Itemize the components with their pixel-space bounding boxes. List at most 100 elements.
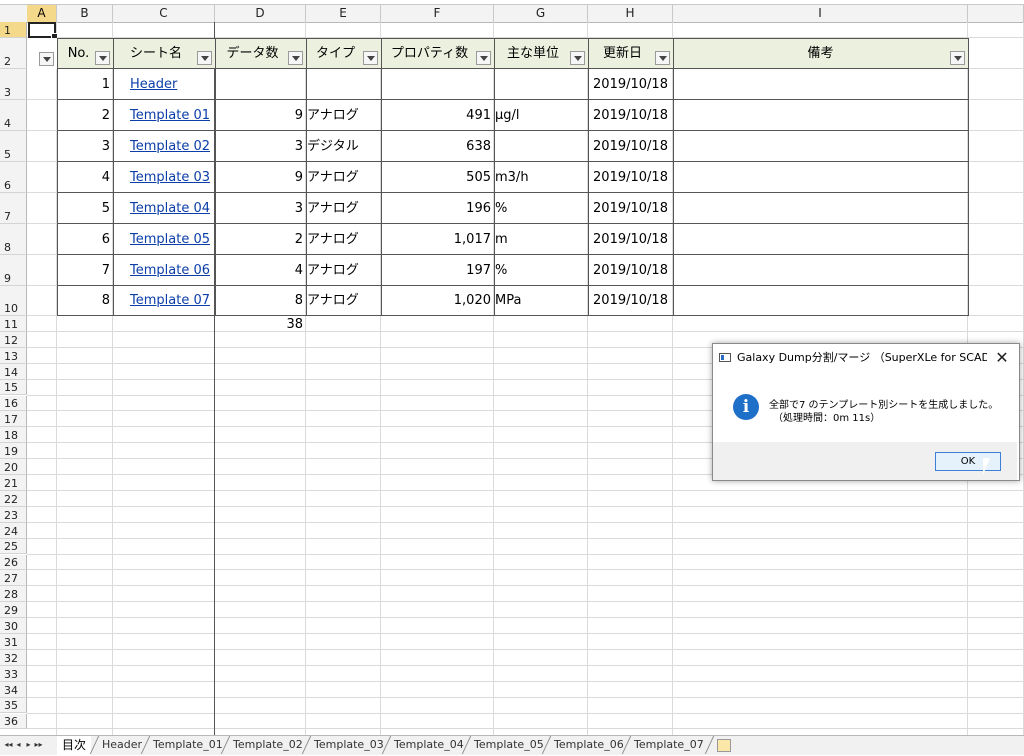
table-header-label: タイプ <box>315 46 355 61</box>
row-header-23[interactable]: 23 <box>0 506 27 523</box>
cell-type: アナログ <box>307 201 359 216</box>
sheet-link[interactable]: Template 04 <box>113 193 215 224</box>
row-header-19[interactable]: 19 <box>0 443 27 460</box>
sheet-link[interactable]: Template 03 <box>113 162 215 193</box>
row-header-11[interactable]: 11 <box>0 316 27 332</box>
row-header-20[interactable]: 20 <box>0 459 27 475</box>
filter-dropdown-icon[interactable] <box>95 51 110 65</box>
sheet-nav-next-icon[interactable]: ▸ <box>24 739 33 751</box>
row-header-25[interactable]: 25 <box>0 538 27 555</box>
cell-type: アナログ <box>307 108 359 123</box>
row-header-14[interactable]: 14 <box>0 363 27 380</box>
column-header-h[interactable]: H <box>588 5 673 22</box>
row-header-24[interactable]: 24 <box>0 522 27 539</box>
row-header-29[interactable]: 29 <box>0 602 27 619</box>
row-header-36[interactable]: 36 <box>0 713 27 730</box>
sheet-link[interactable]: Template 02 <box>113 131 215 162</box>
table-header-cell: 主な単位 <box>494 38 589 69</box>
row-header-1[interactable]: 1 <box>0 22 27 38</box>
filter-dropdown-icon[interactable] <box>570 51 585 65</box>
sheet-tab[interactable]: Template_02 <box>228 736 308 754</box>
row-header-27[interactable]: 27 <box>0 570 27 587</box>
sheet-tab[interactable]: Header <box>97 736 147 754</box>
cell-no: 6 <box>101 232 110 247</box>
row-header-12[interactable]: 12 <box>0 331 27 348</box>
column-header-e[interactable]: E <box>306 5 381 22</box>
column-header-f[interactable]: F <box>381 5 494 22</box>
row-header-31[interactable]: 31 <box>0 634 27 650</box>
cell-no: 3 <box>101 139 110 154</box>
column-header-a[interactable]: A <box>27 5 57 22</box>
filter-dropdown-icon[interactable] <box>197 51 212 65</box>
cell-unit: MPa <box>495 293 522 308</box>
row-header-22[interactable]: 22 <box>0 490 27 507</box>
sheet-tab[interactable]: Template_03 <box>309 736 389 754</box>
sheet-link[interactable]: Template 06 <box>113 255 215 286</box>
row-header-9[interactable]: 9 <box>0 255 27 286</box>
row-header-35[interactable]: 35 <box>0 697 27 714</box>
row-header-33[interactable]: 33 <box>0 665 27 682</box>
row-header-26[interactable]: 26 <box>0 554 27 571</box>
row-header-5[interactable]: 5 <box>0 131 27 162</box>
grid-row-line <box>27 601 1024 603</box>
row-header-7[interactable]: 7 <box>0 193 27 224</box>
sheet-tab[interactable]: Template_07 <box>629 736 709 754</box>
sheet-link[interactable]: Template 07 <box>113 286 215 316</box>
filter-dropdown-icon[interactable] <box>476 51 491 65</box>
table-header-cell: データ数 <box>215 38 307 69</box>
filter-dropdown-icon[interactable] <box>39 52 54 66</box>
column-header-b[interactable]: B <box>57 5 113 22</box>
grid-row-line <box>27 537 1024 539</box>
sheet-link[interactable]: Template 01 <box>113 100 215 131</box>
sheet-tab[interactable]: Template_01 <box>148 736 228 754</box>
cell-date: 2019/10/18 <box>593 170 668 185</box>
sheet-tab[interactable]: Template_04 <box>389 736 469 754</box>
column-header-i[interactable]: I <box>673 5 968 22</box>
sheet-nav-prev-icon[interactable]: ◂ <box>14 739 23 751</box>
column-header-g[interactable]: G <box>494 5 588 22</box>
row-header-30[interactable]: 30 <box>0 618 27 634</box>
row-header-18[interactable]: 18 <box>0 427 27 444</box>
row-header-17[interactable]: 17 <box>0 411 27 428</box>
sheet-link[interactable]: Header <box>113 69 215 100</box>
row-number: 4 <box>4 117 11 130</box>
row-header-13[interactable]: 13 <box>0 347 27 364</box>
row-header-16[interactable]: 16 <box>0 395 27 412</box>
column-header-d[interactable]: D <box>215 5 306 22</box>
row-header-8[interactable]: 8 <box>0 224 27 255</box>
dialog-close-button[interactable]: ✕ <box>993 344 1011 372</box>
row-header-34[interactable]: 34 <box>0 681 27 698</box>
row-number: 26 <box>4 556 18 570</box>
row-header-28[interactable]: 28 <box>0 586 27 603</box>
column-header-c[interactable]: C <box>113 5 215 22</box>
sheet-nav-first-icon[interactable]: ◂◂ <box>4 739 13 751</box>
active-cell-a1[interactable] <box>28 22 58 40</box>
row-header-10[interactable]: 10 <box>0 286 27 316</box>
row-number: 2 <box>4 55 11 68</box>
sheet-nav-last-icon[interactable]: ▸▸ <box>34 739 43 751</box>
row-header-2[interactable]: 2 <box>0 38 27 69</box>
row-header-15[interactable]: 15 <box>0 379 27 396</box>
row-header-4[interactable]: 4 <box>0 100 27 131</box>
sheet-tab[interactable]: 目次 <box>57 736 92 756</box>
table-border <box>113 38 114 316</box>
row-number: 30 <box>4 619 18 633</box>
sheet-tab[interactable]: Template_06 <box>549 736 629 754</box>
row-number: 35 <box>4 699 18 713</box>
dialog-titlebar[interactable]: Galaxy Dump分割/マージ （SuperXLe for SCADA V5… <box>713 344 1017 372</box>
sheet-tab[interactable]: Template_05 <box>469 736 549 754</box>
filter-dropdown-icon[interactable] <box>288 51 303 65</box>
cell-props: 196 <box>466 201 491 216</box>
filter-dropdown-icon[interactable] <box>363 51 378 65</box>
row-header-32[interactable]: 32 <box>0 649 27 666</box>
insert-sheet-icon[interactable] <box>717 739 731 752</box>
table-header-cell: シート名 <box>113 38 216 69</box>
row-header-6[interactable]: 6 <box>0 162 27 193</box>
sheet-link[interactable]: Template 05 <box>113 224 215 255</box>
row-header-21[interactable]: 21 <box>0 475 27 491</box>
filter-dropdown-icon[interactable] <box>655 51 670 65</box>
row-number: 15 <box>4 381 18 395</box>
filter-dropdown-icon[interactable] <box>950 51 965 65</box>
row-header-3[interactable]: 3 <box>0 69 27 100</box>
table-header-label: プロパティ数 <box>390 46 469 61</box>
